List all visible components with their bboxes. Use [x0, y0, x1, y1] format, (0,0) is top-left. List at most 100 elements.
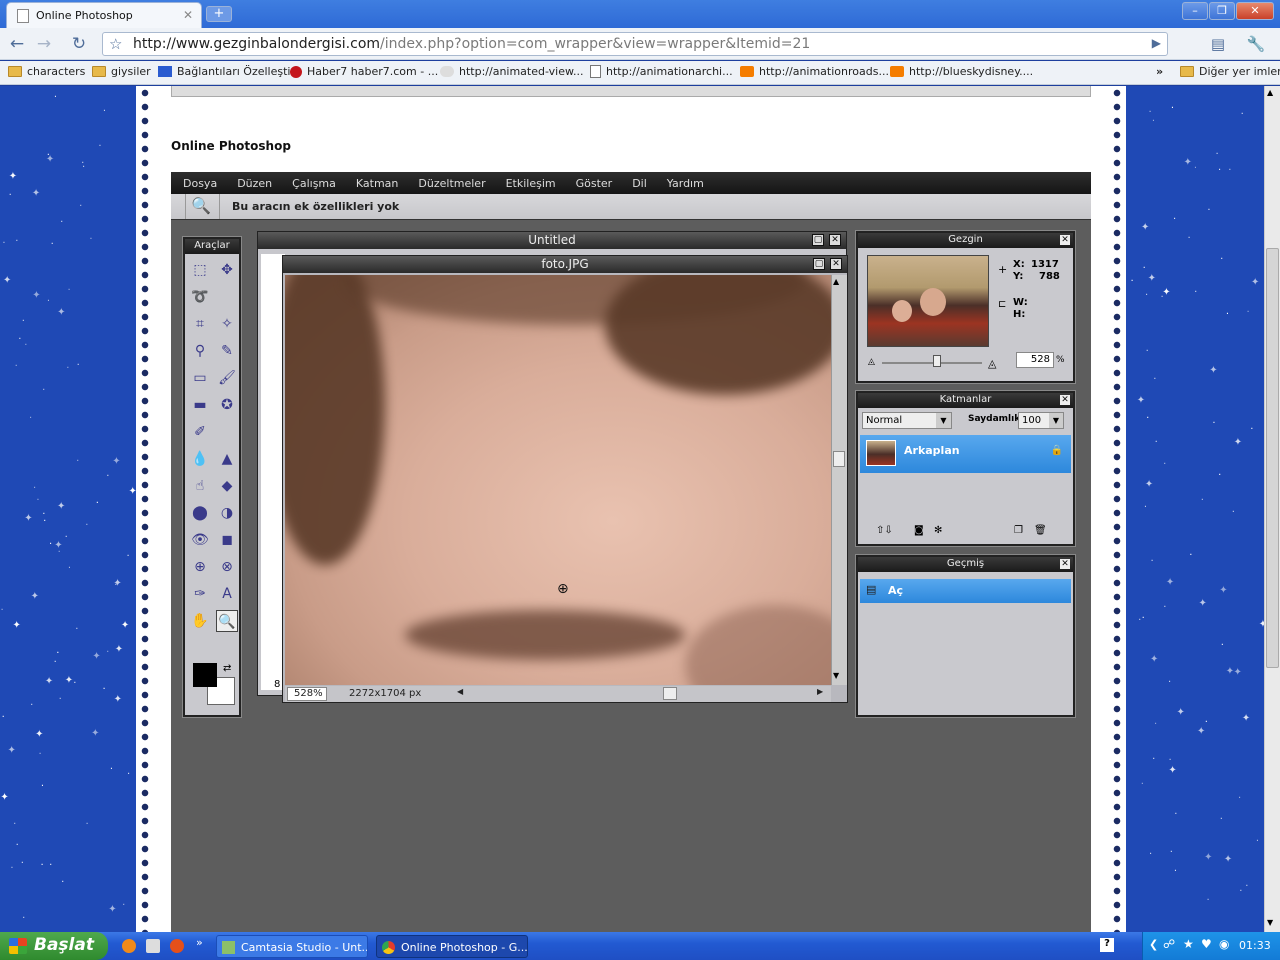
scroll-down-icon[interactable]: ▼	[1267, 918, 1273, 927]
bookmark-item[interactable]: http://animationroads...	[740, 65, 889, 78]
scroll-left-icon[interactable]: ◀	[457, 687, 463, 696]
taskbar-camtasia[interactable]: Camtasia Studio - Unt...	[216, 935, 368, 958]
color-replace-icon[interactable]: ✐	[189, 421, 211, 443]
desktop-icon[interactable]	[146, 939, 160, 953]
pencil-tool-icon[interactable]: ✎	[216, 340, 238, 362]
messenger-icon[interactable]: ♥	[1201, 937, 1212, 951]
bookmarks-overflow-button[interactable]: »	[1156, 65, 1163, 78]
image-canvas[interactable]: ⊕	[285, 275, 831, 685]
eraser-tool-icon[interactable]: ▭	[189, 367, 211, 389]
taskbar-online-photoshop[interactable]: Online Photoshop - G...	[376, 935, 528, 958]
trash-icon[interactable]: 🗑	[1034, 525, 1047, 536]
start-button[interactable]: Başlat	[0, 932, 108, 960]
window-maximize-icon[interactable]: ▢	[813, 258, 825, 270]
menu-calisma[interactable]: Çalışma	[292, 177, 336, 190]
wrench-icon[interactable]: 🔧	[1240, 34, 1272, 54]
scroll-down-icon[interactable]: ▼	[833, 671, 839, 680]
burn-tool-icon[interactable]: ⬤	[189, 502, 211, 524]
other-bookmarks[interactable]: Diğer yer imleri	[1180, 65, 1280, 78]
page-vertical-scrollbar[interactable]: ▲ ▼	[1264, 86, 1280, 932]
reload-icon[interactable]: ↻	[68, 34, 90, 54]
browser-icon[interactable]	[170, 939, 184, 953]
menu-goster[interactable]: Göster	[576, 177, 613, 190]
bookmark-item[interactable]: giysiler	[92, 65, 151, 78]
menu-katman[interactable]: Katman	[356, 177, 399, 190]
page-scroll-thumb[interactable]	[1266, 248, 1279, 668]
new-tab-button[interactable]: +	[206, 6, 232, 22]
window-close-icon[interactable]: ✕	[830, 258, 842, 270]
scroll-up-icon[interactable]: ▲	[1267, 88, 1273, 97]
red-eye-icon[interactable]: 👁	[189, 529, 211, 551]
history-item[interactable]: ▤ Aç	[860, 579, 1071, 603]
layer-row-arkaplan[interactable]: Arkaplan 🔒	[860, 435, 1071, 473]
menu-dosya[interactable]: Dosya	[183, 177, 217, 190]
zoom-field[interactable]: 528%	[287, 687, 327, 701]
menu-duzen[interactable]: Düzen	[237, 177, 272, 190]
quicklaunch-more-icon[interactable]: »	[196, 936, 203, 949]
panel-close-icon[interactable]: ✕	[1060, 559, 1070, 569]
opacity-field[interactable]: 100 ▼	[1018, 412, 1064, 429]
rectangle-tool-icon[interactable]: ▬	[189, 394, 211, 416]
sharpen-tool-icon[interactable]: ▲	[216, 448, 238, 470]
zoom-slider-thumb[interactable]	[933, 355, 941, 367]
bookmark-item[interactable]: characters	[8, 65, 85, 78]
hscroll-thumb[interactable]	[663, 687, 677, 700]
browser-tab[interactable]: Online Photoshop ✕	[6, 2, 202, 28]
brush-tool-icon[interactable]: 🖌	[216, 367, 238, 389]
zoom-percent-field[interactable]: 528	[1016, 352, 1054, 368]
bookmark-item[interactable]: http://animationarchi...	[590, 65, 733, 78]
go-icon[interactable]: ▶	[1152, 36, 1161, 50]
shape-tool-icon[interactable]: ✪	[216, 394, 238, 416]
type-tool-icon[interactable]: A	[216, 583, 238, 605]
navigator-thumbnail[interactable]	[867, 255, 989, 347]
canvas-vertical-scrollbar[interactable]: ▲ ▼	[831, 275, 847, 685]
sponge-tool-icon[interactable]: ◆	[216, 475, 238, 497]
foto-jpg-window[interactable]: foto.JPG ▢ ✕ ⊕ ▲ ▼ 528% 2272x1704 px ◀ ▶	[282, 255, 848, 703]
bloat-tool-icon[interactable]: ⊕	[189, 556, 211, 578]
menu-yardim[interactable]: Yardım	[667, 177, 704, 190]
marquee-shape-icon[interactable]: ◼	[216, 529, 238, 551]
menu-etkilesim[interactable]: Etkileşim	[506, 177, 556, 190]
menu-duzeltmeler[interactable]: Düzeltmeler	[418, 177, 485, 190]
panel-close-icon[interactable]: ✕	[1060, 395, 1070, 405]
close-window-button[interactable]: ✕	[1236, 2, 1274, 20]
firefox-icon[interactable]	[122, 939, 136, 953]
back-arrow-icon[interactable]: ←	[6, 34, 28, 54]
menu-dil[interactable]: Dil	[632, 177, 647, 190]
stamp-tool-icon[interactable]: ⚲	[189, 340, 211, 362]
address-bar[interactable]: ☆ http://www.gezginbalondergisi.com/inde…	[102, 32, 1168, 56]
zoom-in-icon[interactable]: ◬	[988, 357, 996, 370]
dodge-tool-icon[interactable]: ◑	[216, 502, 238, 524]
hand-tool-icon[interactable]: ✋	[189, 610, 211, 632]
scroll-thumb[interactable]	[833, 451, 845, 467]
link-layers-icon[interactable]: ⇧⇩	[876, 525, 893, 536]
minimize-button[interactable]: –	[1182, 2, 1208, 20]
maximize-button[interactable]: ❐	[1209, 2, 1235, 20]
lasso-tool-icon[interactable]: ➰	[189, 286, 211, 308]
tray-expand-icon[interactable]: ❮	[1149, 938, 1158, 951]
globe-icon[interactable]: ◉	[1219, 937, 1229, 951]
page-menu-icon[interactable]: ▤	[1204, 34, 1232, 54]
blur-tool-icon[interactable]: 💧	[189, 448, 211, 470]
new-layer-icon[interactable]: ❐	[1014, 525, 1023, 536]
network-icon[interactable]: ☍	[1163, 937, 1175, 951]
bookmark-item[interactable]: Haber7 haber7.com - ...	[290, 65, 438, 78]
help-icon[interactable]: ?	[1100, 938, 1114, 952]
swap-colors-icon[interactable]: ⇄	[223, 663, 231, 674]
star-icon[interactable]: ☆	[109, 35, 122, 53]
bookmark-item[interactable]: http://animated-view...	[440, 65, 583, 78]
scroll-right-icon[interactable]: ▶	[817, 687, 823, 696]
zoom-tool-icon[interactable]: 🔍	[216, 610, 238, 632]
eyedropper-icon[interactable]: ✑	[189, 583, 211, 605]
window-maximize-icon[interactable]: ▢	[812, 234, 824, 246]
magic-wand-icon[interactable]: ✧	[216, 313, 238, 335]
blend-mode-select[interactable]: Normal ▼	[862, 412, 952, 429]
zoom-out-icon[interactable]: ◬	[868, 357, 875, 367]
panel-close-icon[interactable]: ✕	[1060, 235, 1070, 245]
move-tool-icon[interactable]: ✥	[216, 259, 238, 281]
star-tray-icon[interactable]: ★	[1183, 937, 1194, 951]
zoom-slider-track[interactable]	[882, 362, 982, 364]
scroll-up-icon[interactable]: ▲	[833, 277, 839, 286]
forward-arrow-icon[interactable]: →	[33, 34, 55, 54]
marquee-tool-icon[interactable]: ⬚	[189, 259, 211, 281]
